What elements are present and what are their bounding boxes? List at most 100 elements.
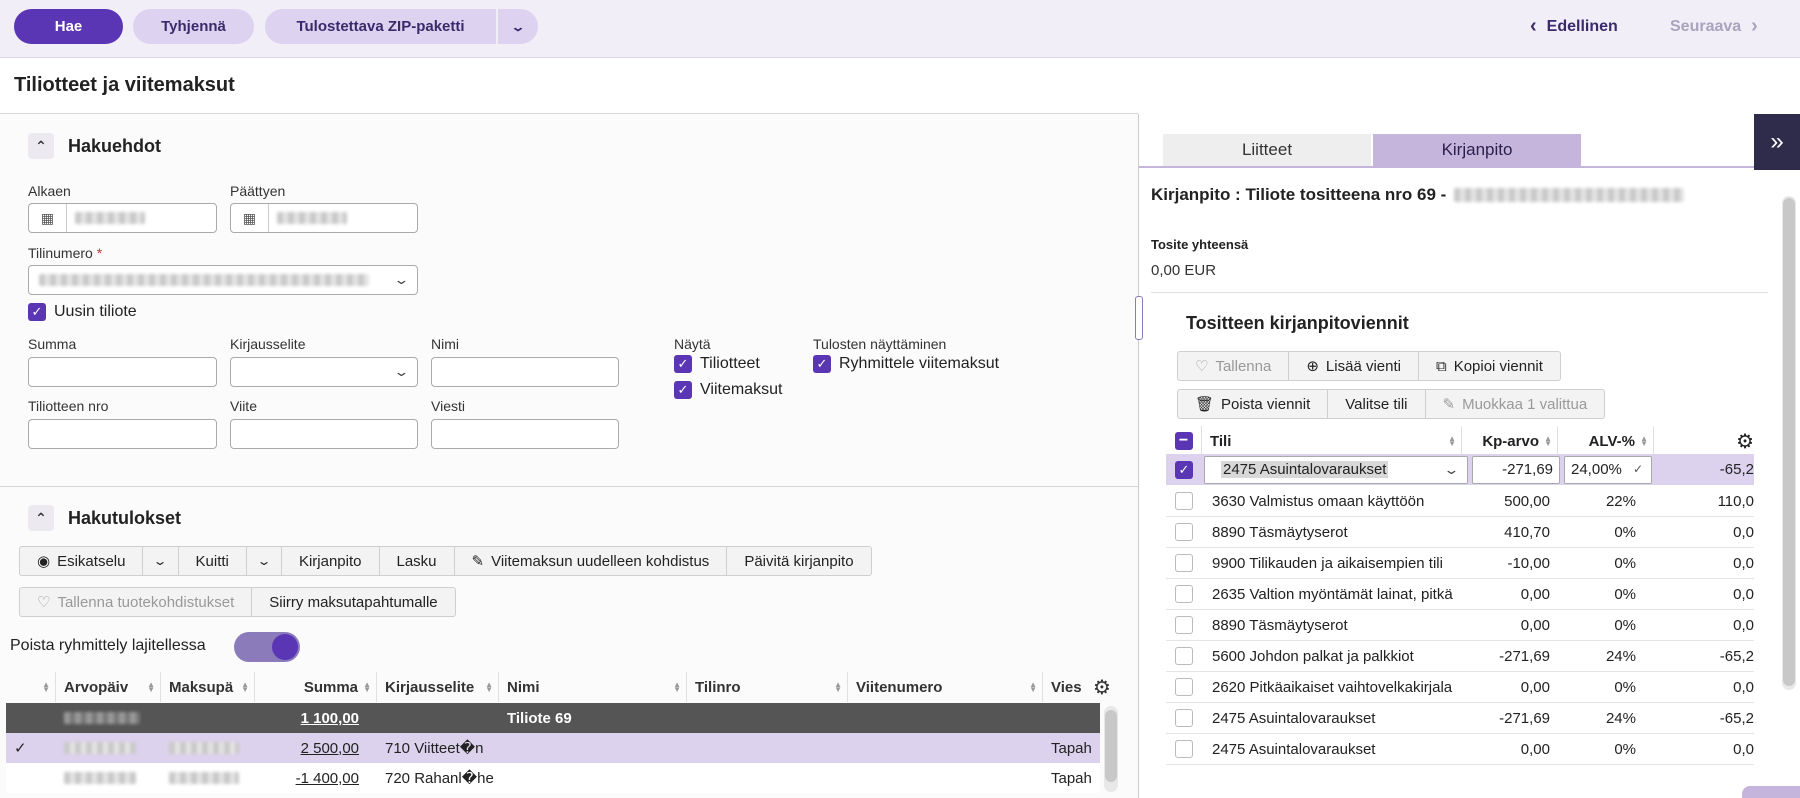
table-row[interactable]: ✓ 5600 Johdon palkat ja palkkiot -271,69 24…	[1166, 641, 1754, 672]
entries-heading: Tositteen kirjanpitoviennit	[1186, 313, 1409, 333]
check-icon[interactable]: ✓	[674, 355, 692, 373]
row-sum[interactable]: -1 400,00	[296, 770, 359, 787]
new-statement-checkbox[interactable]: ✓ Uusin tiliote	[28, 303, 137, 321]
sort-handle[interactable]: ▲ ▼	[6, 672, 56, 702]
gear-icon[interactable]: ⚙	[1093, 672, 1120, 702]
table-row-selected[interactable]: ✓ 2475 Asuintalovaraukset ⌄ -271,69 24,0…	[1166, 454, 1754, 485]
table-row[interactable]: -1 400,00 720 Rahanl�he Tapah	[6, 763, 1100, 793]
delete-entries-button[interactable]: 🗑 Poista viennit	[1178, 390, 1329, 418]
col-name[interactable]: Nimi ▲ ▼	[499, 672, 687, 702]
invoice-button[interactable]: Lasku	[380, 547, 455, 575]
start-date-field[interactable]: ▦	[28, 203, 217, 233]
preview-button[interactable]: ◉ Esikatselu	[20, 547, 144, 575]
table-row[interactable]: ✓ 2 500,00 710 Viitteet�n Tapah	[6, 733, 1100, 763]
preview-menu-button[interactable]: ⌄	[143, 547, 179, 575]
minus-icon[interactable]: −	[1174, 432, 1193, 450]
row-checkbox[interactable]: ✓	[1175, 523, 1193, 541]
criteria-header[interactable]: ⌃ Hakuehdot	[28, 133, 161, 159]
edit-selected-button[interactable]: ✎ Muokkaa 1 valittua	[1426, 390, 1605, 418]
reference-input[interactable]	[230, 419, 418, 449]
col-account-no[interactable]: Tilinro ▲ ▼	[687, 672, 848, 702]
name-input[interactable]	[431, 357, 619, 387]
reallocate-refpayment-button[interactable]: ✎ Viitemaksun uudelleen kohdistus	[455, 547, 728, 575]
col-value-date[interactable]: Arvopäiv ▲ ▼	[56, 672, 161, 702]
receipt-menu-button[interactable]: ⌄	[247, 547, 282, 575]
row-checkbox[interactable]: ✓	[1175, 647, 1193, 665]
table-row[interactable]: ✓ 2475 Asuintalovaraukset -271,69 24% -65,2	[1166, 703, 1754, 734]
expand-panel-button[interactable]: »	[1754, 114, 1800, 170]
row-checkbox[interactable]: ✓	[1175, 678, 1193, 696]
zip-menu-button[interactable]: ⌄	[498, 9, 538, 44]
check-icon[interactable]: ✓	[674, 381, 692, 399]
entry-select[interactable]: ⌄	[230, 357, 418, 387]
table-row[interactable]: ✓ 9900 Tilikauden ja aikaisempien tili -10…	[1166, 548, 1754, 579]
check-icon: ✓	[14, 740, 27, 757]
receipt-button[interactable]: Kuitti	[179, 547, 247, 575]
gear-icon[interactable]: ⚙	[1654, 426, 1754, 456]
end-date-field[interactable]: ▦	[230, 203, 418, 233]
copy-entries-button[interactable]: ⧉ Kopioi viennit	[1419, 352, 1560, 380]
col-vat[interactable]: ALV-% ▲ ▼	[1558, 426, 1654, 456]
chevron-up-icon[interactable]: ⌃	[28, 505, 54, 531]
col-amount[interactable]: Kp-arvo ▲ ▼	[1462, 426, 1558, 456]
next-link[interactable]: Seuraava ›	[1670, 15, 1758, 38]
add-entry-button[interactable]: ⊕ Lisää vienti	[1289, 352, 1419, 380]
group-refpayments-checkbox[interactable]: ✓ Ryhmittele viitemaksut	[813, 355, 999, 373]
results-header[interactable]: ⌃ Hakutulokset	[28, 505, 181, 531]
table-row[interactable]: ✓ 8890 Täsmäytyserot 410,70 0% 0,0	[1166, 517, 1754, 548]
row-checkbox[interactable]: ✓	[1175, 585, 1193, 603]
col-account[interactable]: Tili ▲ ▼	[1202, 426, 1462, 456]
save-product-allocations-button[interactable]: ♡ Tallenna tuotekohdistukset	[20, 588, 253, 616]
row-checkbox[interactable]: ✓	[1175, 554, 1193, 572]
tab-attachments[interactable]: Liitteet	[1163, 134, 1371, 166]
group-sum[interactable]: 1 100,00	[301, 710, 359, 727]
vat-select[interactable]: 24,00% ✓	[1564, 455, 1652, 484]
row-vat-amount: 0,0	[1733, 616, 1754, 634]
check-icon[interactable]: ✓	[1175, 460, 1193, 479]
check-icon[interactable]: ✓	[813, 355, 831, 373]
calendar-icon[interactable]: ▦	[29, 204, 67, 232]
update-bookkeeping-button[interactable]: Päivitä kirjanpito	[727, 547, 870, 575]
table-row[interactable]: ✓ 2620 Pitkäaikaiset vaihtovelkakirjala 0,…	[1166, 672, 1754, 703]
save-button[interactable]: ♡ Tallenna	[1178, 352, 1290, 380]
ungroup-toggle[interactable]	[234, 632, 300, 662]
account-select[interactable]: 2475 Asuintalovaraukset ⌄	[1204, 455, 1468, 484]
go-to-payment-event-button[interactable]: Siirry maksutapahtumalle	[252, 588, 454, 616]
tab-bookkeeping[interactable]: Kirjanpito	[1373, 134, 1581, 166]
message-input[interactable]	[431, 419, 619, 449]
zip-package-button[interactable]: Tulostettava ZIP-paketti	[265, 9, 496, 44]
amount-input[interactable]: -271,69	[1472, 455, 1560, 484]
show-refpayments-checkbox[interactable]: ✓ Viitemaksut	[674, 381, 782, 399]
show-statements-checkbox[interactable]: ✓ Tiliotteet	[674, 355, 760, 373]
bookkeeping-button[interactable]: Kirjanpito	[282, 547, 380, 575]
sum-input[interactable]	[28, 357, 217, 387]
col-entry[interactable]: Kirjausselite ▲ ▼	[377, 672, 499, 702]
group-row[interactable]: 1 100,00 Tiliote 69	[6, 703, 1100, 733]
row-checkbox[interactable]: ✓	[1175, 616, 1193, 634]
table-row[interactable]: ✓ 2475 Asuintalovaraukset 0,00 0% 0,0	[1166, 734, 1754, 765]
calendar-icon[interactable]: ▦	[231, 204, 269, 232]
row-checkbox[interactable]: ✓	[1175, 492, 1193, 510]
results-scrollbar[interactable]	[1104, 706, 1118, 792]
previous-link[interactable]: ‹ Edellinen	[1530, 15, 1618, 38]
right-scrollbar[interactable]	[1782, 196, 1796, 690]
row-checkbox[interactable]: ✓	[1175, 740, 1193, 758]
chevron-up-icon[interactable]: ⌃	[28, 133, 54, 159]
resize-handle[interactable]	[1135, 296, 1143, 340]
row-sum[interactable]: 2 500,00	[301, 740, 359, 757]
col-message[interactable]: Vies	[1043, 672, 1093, 702]
check-icon[interactable]: ✓	[28, 303, 46, 321]
statement-no-input[interactable]	[28, 419, 217, 449]
select-all-checkbox[interactable]: −	[1166, 426, 1202, 456]
col-reference-no[interactable]: Viitenumero ▲ ▼	[848, 672, 1043, 702]
clear-button[interactable]: Tyhjennä	[133, 9, 254, 44]
col-payment-date[interactable]: Maksupä ▲ ▼	[161, 672, 255, 702]
table-row[interactable]: ✓ 3630 Valmistus omaan käyttöön 500,00 22% 1…	[1166, 486, 1754, 517]
table-row[interactable]: ✓ 8890 Täsmäytyserot 0,00 0% 0,0	[1166, 610, 1754, 641]
col-sum[interactable]: Summa ▲ ▼	[255, 672, 377, 702]
row-checkbox[interactable]: ✓	[1175, 709, 1193, 727]
select-account-button[interactable]: Valitse tili	[1328, 390, 1426, 418]
table-row[interactable]: ✓ 2635 Valtion myöntämät lainat, pitkä 0,0…	[1166, 579, 1754, 610]
account-select[interactable]: ⌄	[28, 265, 418, 295]
search-button[interactable]: Hae	[14, 9, 123, 44]
